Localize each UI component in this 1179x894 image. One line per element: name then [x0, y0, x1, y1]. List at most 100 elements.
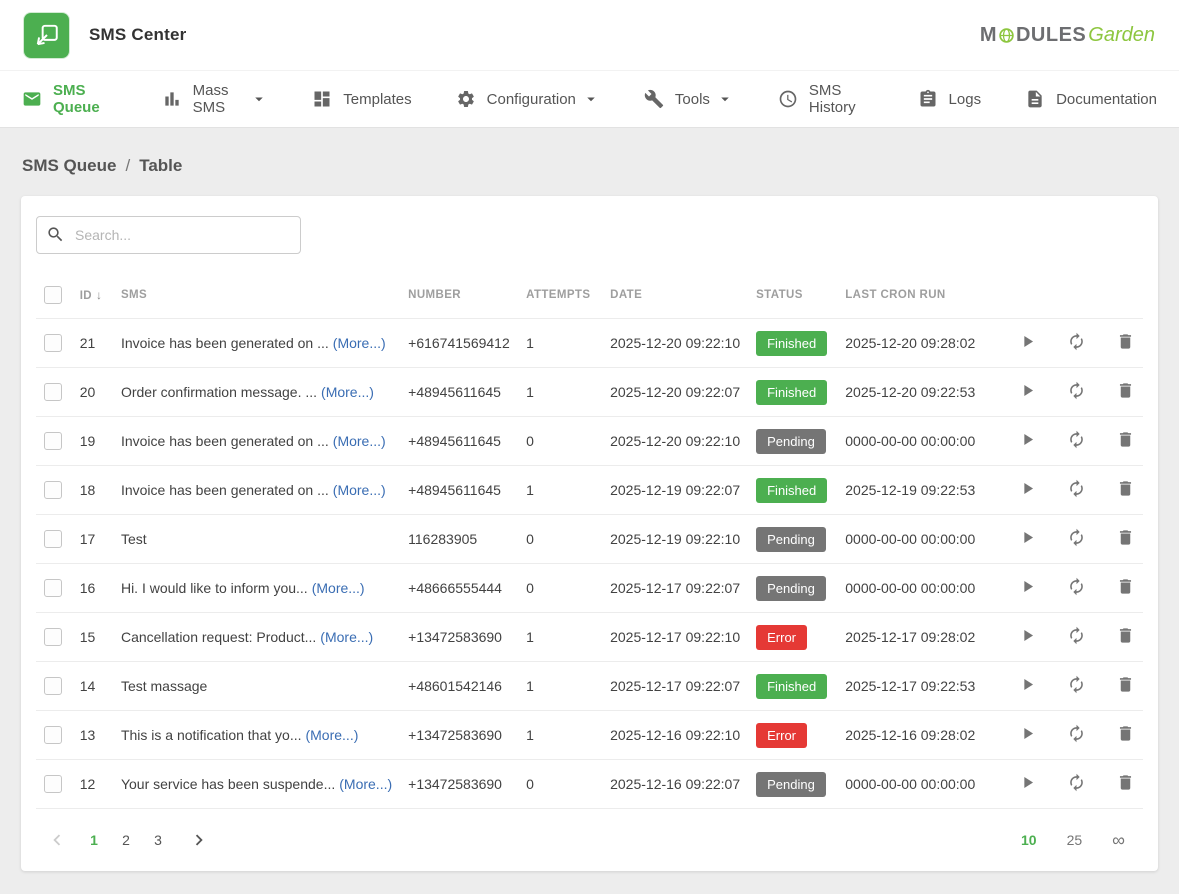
cell-number: +48945611645 [400, 417, 518, 466]
run-icon[interactable] [1018, 724, 1037, 743]
column-header-date[interactable]: DATE [602, 270, 748, 319]
logs-clipboard-icon [918, 89, 938, 109]
status-badge: Finished [756, 331, 827, 356]
resend-icon[interactable] [1067, 479, 1086, 498]
row-checkbox[interactable] [44, 383, 62, 401]
run-icon[interactable] [1018, 479, 1037, 498]
run-icon[interactable] [1018, 675, 1037, 694]
cell-last-cron-run: 2025-12-17 09:28:02 [837, 613, 984, 662]
resend-icon[interactable] [1067, 675, 1086, 694]
column-header-last-cron-run[interactable]: LAST CRON RUN [837, 270, 984, 319]
run-icon[interactable] [1018, 430, 1037, 449]
chevron-down-icon [582, 90, 600, 108]
select-all-checkbox[interactable] [44, 286, 62, 304]
per-page-25[interactable]: 25 [1067, 832, 1083, 848]
sms-more-link[interactable]: (More...) [339, 776, 392, 792]
sort-desc-icon: ↓ [96, 288, 102, 302]
nav-item-sms-queue[interactable]: SMS Queue [22, 71, 118, 127]
resend-icon[interactable] [1067, 724, 1086, 743]
run-icon[interactable] [1018, 626, 1037, 645]
table-row: 20 Order confirmation message. ...(More.… [36, 368, 1143, 417]
resend-icon[interactable] [1067, 528, 1086, 547]
row-checkbox[interactable] [44, 579, 62, 597]
resend-icon[interactable] [1067, 626, 1086, 645]
cell-last-cron-run: 0000-00-00 00:00:00 [837, 564, 984, 613]
delete-icon[interactable] [1116, 724, 1135, 743]
row-checkbox[interactable] [44, 775, 62, 793]
delete-icon[interactable] [1116, 528, 1135, 547]
sms-more-link[interactable]: (More...) [321, 384, 374, 400]
delete-icon[interactable] [1116, 332, 1135, 351]
breadcrumb-section[interactable]: SMS Queue [22, 156, 116, 176]
sms-text: Hi. I would like to inform you... [121, 580, 308, 596]
sms-more-link[interactable]: (More...) [312, 580, 365, 596]
cell-number: +13472583690 [400, 613, 518, 662]
nav-item-templates[interactable]: Templates [312, 71, 411, 127]
search-input[interactable] [36, 216, 301, 254]
column-header-number[interactable]: NUMBER [400, 270, 518, 319]
per-page-10[interactable]: 10 [1021, 832, 1037, 848]
column-header-attempts[interactable]: ATTEMPTS [518, 270, 602, 319]
page-button-2[interactable]: 2 [113, 832, 139, 848]
column-header-sms[interactable]: SMS [113, 270, 400, 319]
nav-item-logs[interactable]: Logs [918, 71, 982, 127]
cell-date: 2025-12-19 09:22:10 [602, 515, 748, 564]
nav-item-sms-history[interactable]: SMS History [778, 71, 874, 127]
app-logo-icon [24, 13, 69, 58]
delete-icon[interactable] [1116, 381, 1135, 400]
delete-icon[interactable] [1116, 773, 1135, 792]
sms-more-link[interactable]: (More...) [305, 727, 358, 743]
logo-garden: Garden [1088, 24, 1155, 47]
delete-icon[interactable] [1116, 675, 1135, 694]
run-icon[interactable] [1018, 577, 1037, 596]
row-checkbox[interactable] [44, 677, 62, 695]
column-header-status[interactable]: STATUS [748, 270, 837, 319]
run-icon[interactable] [1018, 773, 1037, 792]
sms-more-link[interactable]: (More...) [333, 335, 386, 351]
delete-icon[interactable] [1116, 479, 1135, 498]
resend-icon[interactable] [1067, 332, 1086, 351]
resend-icon[interactable] [1067, 773, 1086, 792]
delete-icon[interactable] [1116, 430, 1135, 449]
row-checkbox[interactable] [44, 628, 62, 646]
sms-more-link[interactable]: (More...) [320, 629, 373, 645]
cell-date: 2025-12-16 09:22:10 [602, 711, 748, 760]
page-button-1[interactable]: 1 [81, 832, 107, 848]
page-button-3[interactable]: 3 [145, 832, 171, 848]
delete-icon[interactable] [1116, 577, 1135, 596]
nav-item-tools[interactable]: Tools [644, 71, 734, 127]
nav-item-mass-sms[interactable]: Mass SMS [162, 71, 269, 127]
sms-more-link[interactable]: (More...) [333, 433, 386, 449]
sms-more-link[interactable]: (More...) [333, 482, 386, 498]
cell-number: +616741569412 [400, 319, 518, 368]
clock-icon [778, 89, 798, 109]
per-page-all[interactable]: ∞ [1112, 833, 1125, 847]
chevron-down-icon [716, 90, 734, 108]
resend-icon[interactable] [1067, 430, 1086, 449]
row-checkbox[interactable] [44, 530, 62, 548]
next-page-icon[interactable] [188, 829, 210, 851]
cell-attempts: 1 [518, 662, 602, 711]
row-checkbox[interactable] [44, 481, 62, 499]
delete-icon[interactable] [1116, 626, 1135, 645]
nav-item-configuration[interactable]: Configuration [456, 71, 600, 127]
row-checkbox[interactable] [44, 726, 62, 744]
run-icon[interactable] [1018, 332, 1037, 351]
cell-number: +48666555444 [400, 564, 518, 613]
search-icon [46, 225, 65, 244]
run-icon[interactable] [1018, 381, 1037, 400]
cell-number: +48601542146 [400, 662, 518, 711]
cell-date: 2025-12-19 09:22:07 [602, 466, 748, 515]
column-header-id[interactable]: ID↓ [72, 270, 113, 319]
resend-icon[interactable] [1067, 381, 1086, 400]
row-checkbox[interactable] [44, 334, 62, 352]
nav-item-documentation[interactable]: Documentation [1025, 71, 1157, 127]
resend-icon[interactable] [1067, 577, 1086, 596]
cell-number: 116283905 [400, 515, 518, 564]
row-checkbox[interactable] [44, 432, 62, 450]
table-row: 15 Cancellation request: Product...(More… [36, 613, 1143, 662]
previous-page-icon[interactable] [46, 829, 68, 851]
run-icon[interactable] [1018, 528, 1037, 547]
cell-id: 13 [72, 711, 113, 760]
cell-last-cron-run: 0000-00-00 00:00:00 [837, 760, 984, 809]
